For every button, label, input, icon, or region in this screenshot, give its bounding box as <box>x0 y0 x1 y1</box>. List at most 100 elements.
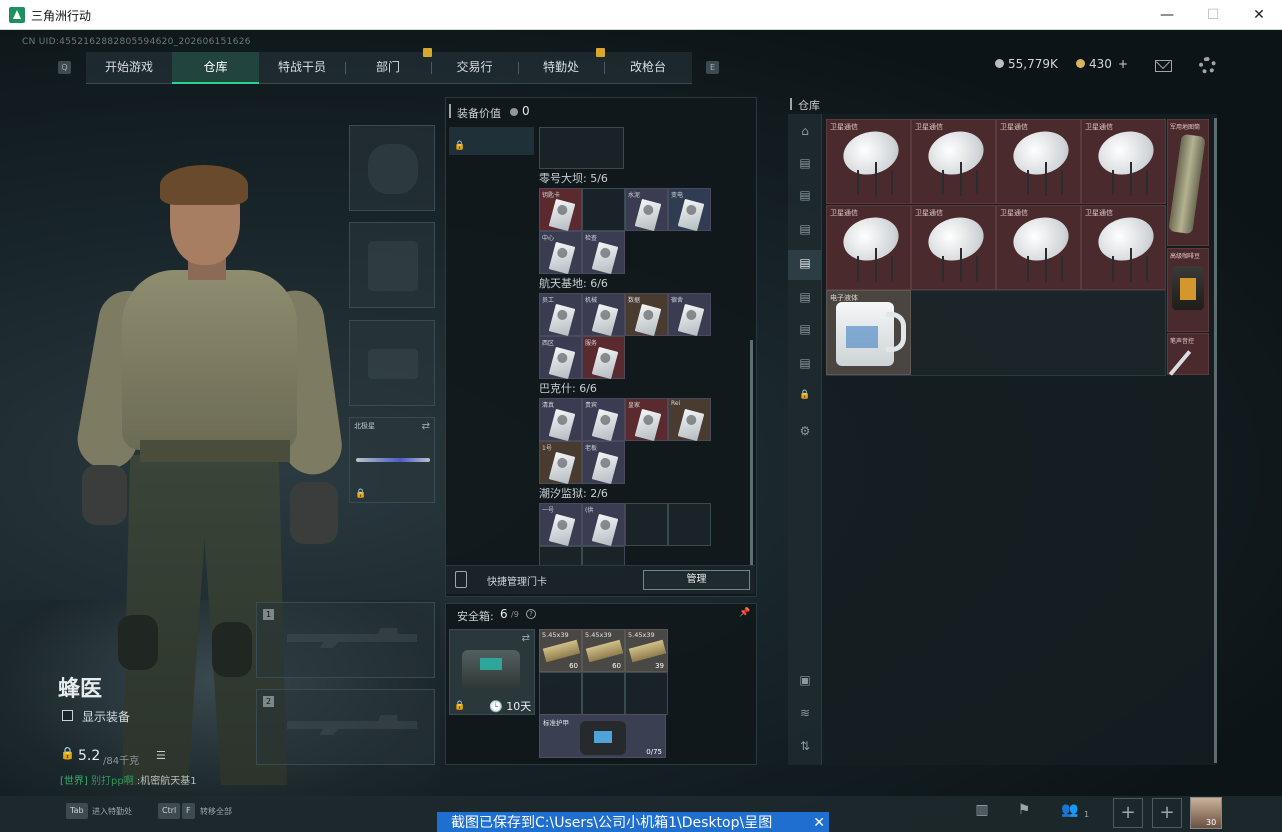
add-squad-slot-button[interactable]: + <box>1113 798 1143 828</box>
keycard-item[interactable]: 宿舍 <box>668 293 711 337</box>
satellite-item[interactable]: 卫星通信 <box>996 119 1081 204</box>
keycard-item[interactable]: 数据 <box>625 293 668 337</box>
keycard-scrollbar[interactable] <box>750 340 753 565</box>
transfer-all-hint[interactable]: 转移全部 <box>200 806 232 817</box>
keycard-item[interactable]: 服务 <box>582 336 625 380</box>
satellite-item[interactable]: 卫星通信 <box>826 119 911 204</box>
keycard-item[interactable]: 检查 <box>582 231 625 275</box>
armor-slot[interactable] <box>349 222 435 308</box>
satellite-item[interactable]: 卫星通信 <box>1081 119 1166 204</box>
ammo-item[interactable]: 5.45x39 60 <box>539 629 582 672</box>
storage-page-5-icon[interactable]: ▤ <box>797 290 813 306</box>
chat-line[interactable]: [世界] 别打pp啊 :机密航天基1 <box>60 772 197 787</box>
keycard-item[interactable]: 水泥 <box>625 188 668 232</box>
keycard-icon <box>677 303 705 337</box>
toast-close-button[interactable]: ✕ <box>813 812 825 832</box>
manage-button[interactable]: 管理 <box>643 570 750 590</box>
satellite-item[interactable]: 卫星通信 <box>1081 205 1166 290</box>
keycard-item[interactable]: 老板 <box>582 441 625 485</box>
enter-special-ops-hint[interactable]: 进入特勤处 <box>92 806 132 817</box>
tab-operators[interactable]: 特战干员 <box>259 52 345 84</box>
keycard-item[interactable]: 员工 <box>539 293 582 337</box>
satellite-item[interactable]: 卫星通信 <box>911 205 996 290</box>
keycard-item[interactable]: 皇家 <box>625 398 668 442</box>
keycard-item[interactable]: 钥匙卡 <box>539 188 582 232</box>
keycard-item[interactable]: 机械 <box>582 293 625 337</box>
slot-number: 2 <box>263 696 274 707</box>
keycard-item[interactable]: 清真 <box>539 398 582 442</box>
storage-page-3-icon[interactable]: ▤ <box>797 222 813 238</box>
tab-start-game[interactable]: 开始游戏 <box>86 52 172 84</box>
item-label: 数据 <box>628 297 641 304</box>
close-window-button[interactable]: ✕ <box>1236 0 1282 30</box>
add-currency-button[interactable]: + <box>1118 57 1128 71</box>
keycard-item[interactable]: 1号 <box>539 441 582 485</box>
keycard-icon <box>591 513 619 547</box>
grid-cell <box>539 127 624 169</box>
minimize-button[interactable]: — <box>1144 0 1190 30</box>
ticket-amount: 430 <box>1089 57 1112 71</box>
lock-icon[interactable]: 🔒 <box>797 390 813 406</box>
friends-icon[interactable]: 👥 <box>1060 802 1080 820</box>
gear-icon[interactable]: ⚙ <box>797 424 813 440</box>
helmet-placeholder-icon <box>368 144 418 194</box>
keycard-category-tab[interactable]: 🔒 <box>449 127 534 155</box>
keycard-item[interactable]: 中心 <box>539 231 582 275</box>
uid-text: CN UID:4552162882805594620_202606151626 <box>22 37 251 47</box>
help-icon[interactable]: ? <box>526 609 536 619</box>
show-gear-checkbox[interactable] <box>62 710 73 721</box>
warehouse-all-icon[interactable]: ⌂ <box>797 124 813 140</box>
tab-warehouse[interactable]: 仓库 <box>172 52 259 84</box>
stats-icon[interactable]: ▥ <box>972 802 992 820</box>
add-squad-slot-button[interactable]: + <box>1152 798 1182 828</box>
armor-item[interactable]: 标准护甲 0/75 <box>539 714 666 758</box>
keycard-item[interactable]: 西区 <box>539 336 582 380</box>
portrait-icon[interactable]: ▣ <box>797 673 813 689</box>
jug-handle-icon <box>886 312 906 352</box>
gear-icon[interactable] <box>1199 57 1216 74</box>
melee-label: 北极星 <box>354 422 375 430</box>
list-icon[interactable]: ☰ <box>156 749 166 762</box>
ammo-item[interactable]: 5.45x39 60 <box>582 629 625 672</box>
tripod-icon <box>1112 162 1148 196</box>
ammo-item[interactable]: 5.45x39 39 <box>625 629 668 672</box>
sort-icon[interactable]: ⇅ <box>797 739 813 755</box>
keycard-item[interactable]: 变电 <box>668 188 711 232</box>
grid-cell <box>668 503 711 546</box>
storage-page-7-icon[interactable]: ▤ <box>797 356 813 372</box>
melee-slot[interactable]: 北极星 ⇄ 🔒 <box>349 417 435 503</box>
swap-icon[interactable]: ⇄ <box>522 633 530 644</box>
pin-icon[interactable]: 📌 <box>739 608 750 618</box>
keycard-item[interactable]: (供 <box>582 503 625 547</box>
helmet-slot[interactable] <box>349 125 435 211</box>
equip-value-title: 装备价值 <box>457 107 501 120</box>
operator-torso <box>122 270 297 450</box>
keycard-item[interactable]: 一号 <box>539 503 582 547</box>
pistol-slot[interactable] <box>349 320 435 406</box>
storage-page-1-icon[interactable]: ▤ <box>797 156 813 172</box>
warehouse-scrollbar[interactable] <box>1214 118 1217 763</box>
layers-icon[interactable]: ≋ <box>797 706 813 722</box>
armor-label: 标准护甲 <box>543 719 569 727</box>
tab-trade[interactable]: 交易行 <box>431 52 518 84</box>
storage-page-2-icon[interactable]: ▤ <box>797 188 813 204</box>
tab-department[interactable]: 部门 <box>345 52 431 84</box>
satellite-item[interactable]: 卫星通信 <box>826 205 911 290</box>
tab-special-ops[interactable]: 特勤处 <box>518 52 604 84</box>
keycard-item[interactable]: Rei <box>668 398 711 442</box>
flag-icon[interactable]: ⚑ <box>1014 802 1034 820</box>
maximize-button[interactable]: ☐ <box>1190 0 1236 30</box>
operator-glove <box>290 482 338 544</box>
satellite-item[interactable]: 卫星通信 <box>996 205 1081 290</box>
secondary-weapon-slot[interactable]: 2 <box>256 689 435 765</box>
item-label: 水泥 <box>628 192 641 199</box>
primary-weapon-slot[interactable]: 1 <box>256 602 435 678</box>
mail-icon[interactable] <box>1155 60 1172 72</box>
satellite-item[interactable]: 卫星通信 <box>911 119 996 204</box>
tab-gunsmith[interactable]: 改枪台 <box>604 52 692 84</box>
grid-cell <box>625 672 668 715</box>
storage-page-6-icon[interactable]: ▤ <box>797 322 813 338</box>
swap-icon[interactable]: ⇄ <box>422 421 430 432</box>
keycard-item[interactable]: 贵宾 <box>582 398 625 442</box>
storage-page-4-icon[interactable]: ▤ <box>797 256 813 272</box>
